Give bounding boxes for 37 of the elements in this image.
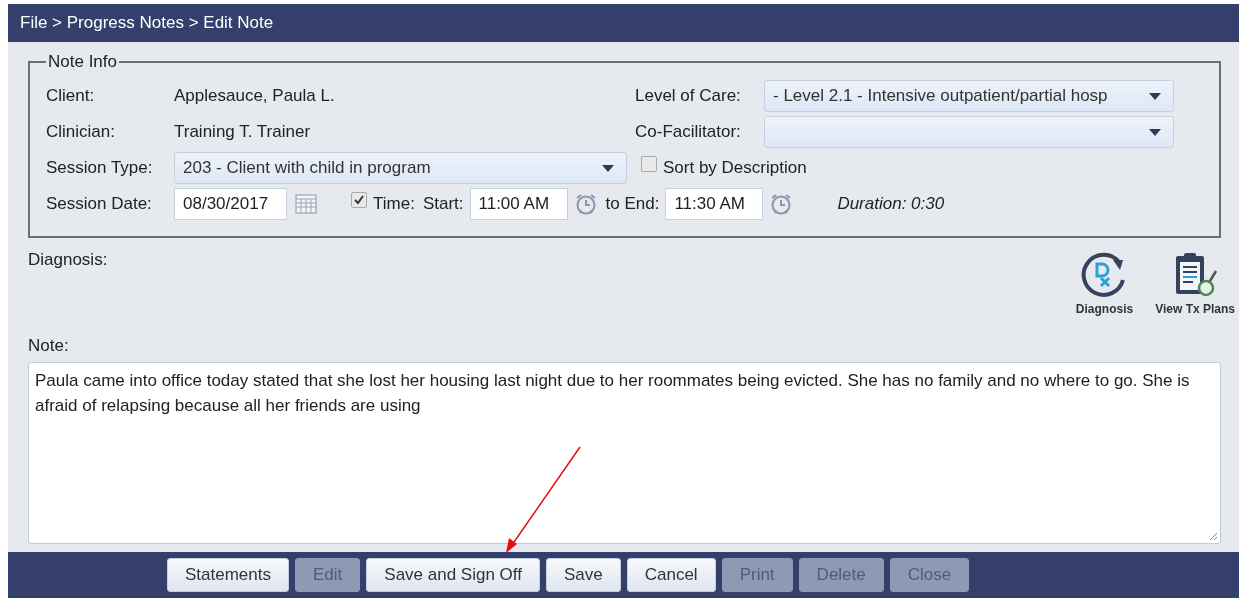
checkbox[interactable] [641, 156, 657, 172]
action-button[interactable]: Save and Sign Off [366, 558, 540, 592]
field-label: Session Date: [46, 194, 153, 214]
session-type-dropdown[interactable]: 203 - Client with child in program [174, 152, 627, 184]
checkbox-label: Sort by Description [663, 158, 807, 178]
dropdown-caret-icon [1149, 128, 1161, 136]
dropdown-caret-icon [1149, 92, 1161, 100]
action-button[interactable]: Statements [167, 558, 289, 592]
field-label: Level of Care: [635, 86, 742, 106]
panel-title: Note Info [47, 52, 118, 72]
action-button[interactable]: Cancel [626, 558, 716, 592]
date-field[interactable]: 08/30/2017 [174, 188, 287, 220]
client-name: Applesauce, Paula L. [174, 86, 335, 106]
breadcrumb: File > Progress Notes > Edit Note [20, 13, 274, 33]
clinician-name: Training T. Trainer [174, 122, 311, 142]
field-label: Co-Facilitator: [635, 122, 742, 142]
diagnosis-label: Diagnosis: [28, 250, 108, 271]
field-label: to End: [605, 194, 660, 214]
field-label: Start: [422, 194, 464, 214]
field-label: Client: [46, 86, 96, 106]
time-field[interactable]: 11:00 AM [469, 188, 568, 220]
field-label: Clinician: [46, 122, 116, 142]
time-field[interactable]: 11:30 AM [665, 188, 764, 220]
calendar-icon[interactable] [295, 194, 317, 214]
action-button[interactable]: Save [545, 558, 621, 592]
resize-grip-icon[interactable] [1208, 531, 1218, 541]
note-label: Note: [28, 336, 70, 356]
duration-text: Duration: 0:30 [837, 194, 945, 214]
checkbox-label: Time: [373, 194, 415, 214]
dropdown-caret-icon [602, 164, 614, 172]
toolbar-button[interactable]: Diagnosis [1075, 250, 1134, 316]
co-facilitator-dropdown[interactable] [764, 116, 1174, 148]
note-field[interactable]: Paula came into office today stated that she lost her housing last night due to her roommates being evicted. She has no family and no where to go. She is afraid of relapsing because all her friends are using [28, 362, 1221, 544]
field-label: Session Type: [46, 158, 154, 178]
level-of-care-dropdown[interactable]: - Level 2.1 - Intensive outpatient/partial hosp [764, 80, 1174, 112]
toolbar-button[interactable]: View Tx Plans [1155, 250, 1235, 316]
checkbox[interactable] [351, 192, 367, 208]
